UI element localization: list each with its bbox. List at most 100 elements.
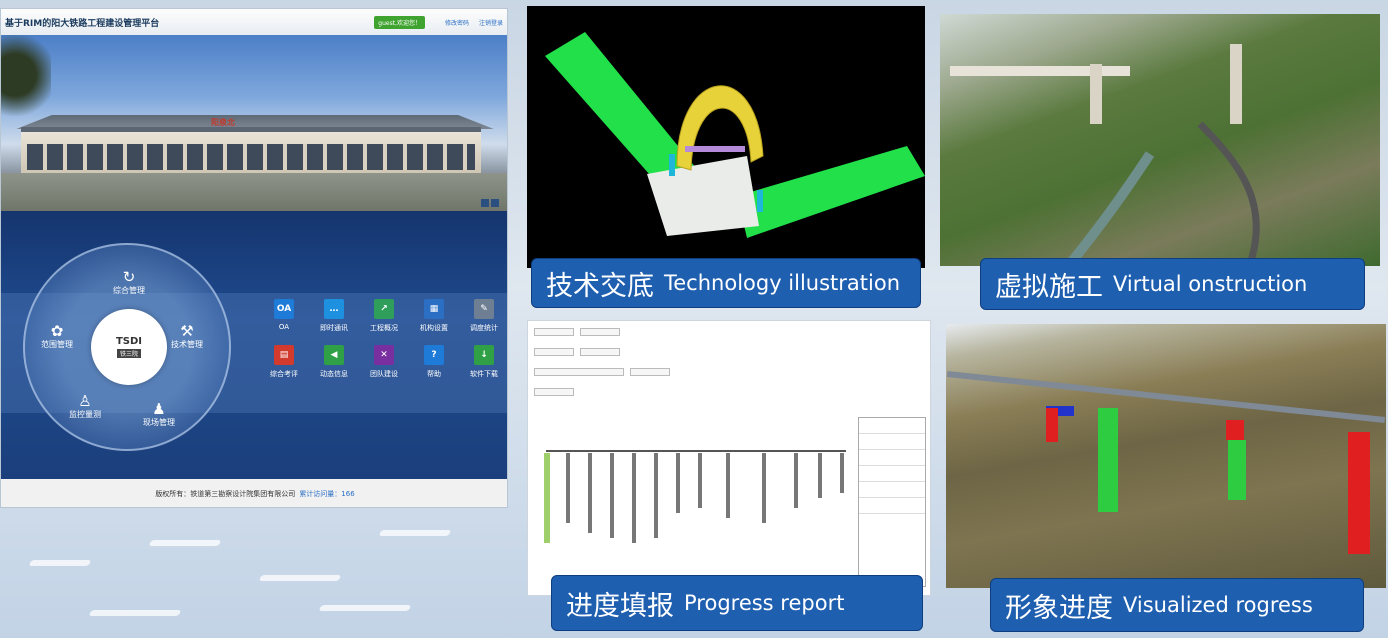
app-label: 团队建设	[370, 370, 398, 378]
platform-header: 基于RIM的阳大铁路工程建设管理平台 guest,欢迎您！ 修改密码 注销登录	[1, 9, 507, 35]
app-team-building[interactable]: ✕ 团队建设	[359, 345, 409, 379]
gears-icon: ✿	[50, 322, 64, 340]
pier-completed	[1098, 408, 1118, 512]
caption-en: Virtual onstruction	[1113, 272, 1308, 296]
app-software-download[interactable]: ↓ 软件下载	[459, 345, 507, 379]
wheel-item-label: 监控量测	[69, 410, 101, 419]
right-track-plane	[737, 146, 925, 238]
background-streak	[318, 605, 412, 611]
wheel-item-label: 范围管理	[41, 340, 73, 349]
pier-column	[794, 453, 798, 508]
caption-en: Technology illustration	[664, 271, 901, 295]
app-news[interactable]: ◀ 动态信息	[309, 345, 359, 379]
table-row	[859, 466, 925, 482]
pier-column	[654, 453, 658, 538]
dashboard: ↻ 综合管理 ✿ 范围管理 ⚒ 技术管理 ♙ 监控量测 ♟ 现场管理 TSDI …	[1, 211, 507, 479]
change-password-link[interactable]: 修改密码	[445, 18, 469, 27]
virtual-construction-panel	[940, 14, 1380, 266]
worker-icon: ♟	[152, 400, 166, 418]
wheel-item-scope[interactable]: ✿ 范围管理	[27, 323, 87, 350]
wheel-item-label: 现场管理	[143, 418, 175, 427]
document-icon: ▤	[274, 345, 294, 365]
download-icon: ↓	[474, 345, 494, 365]
org-chart-icon: ▦	[424, 299, 444, 319]
app-label: 即时通讯	[320, 324, 348, 332]
table-row	[859, 418, 925, 434]
pier-column	[566, 453, 570, 523]
refresh-icon: ↻	[122, 268, 136, 286]
app-label: 帮助	[427, 370, 441, 378]
app-instant-messaging[interactable]: … 即时通讯	[309, 299, 359, 333]
form-field[interactable]	[580, 348, 620, 356]
table-row	[859, 498, 925, 514]
app-help[interactable]: ? 帮助	[409, 345, 459, 379]
road	[1197, 121, 1260, 266]
caption-cn: 虚拟施工	[995, 271, 1103, 303]
tsdi-logo-hub: TSDI 铁三院	[91, 309, 167, 385]
app-label: 机构设置	[420, 324, 448, 332]
app-label: 工程概况	[370, 324, 398, 332]
chat-icon: …	[324, 299, 344, 319]
edit-icon: ✎	[474, 299, 494, 319]
banner-pager[interactable]	[481, 199, 499, 207]
pier-pending	[1046, 408, 1058, 442]
oa-icon: OA	[274, 299, 294, 319]
module-wheel: ↻ 综合管理 ✿ 范围管理 ⚒ 技术管理 ♙ 监控量测 ♟ 现场管理 TSDI …	[23, 243, 231, 451]
detail-side-table	[858, 417, 926, 587]
form-field[interactable]	[534, 348, 574, 356]
progress-report-panel	[527, 320, 931, 596]
tech-caption: 技术交底 Technology illustration	[531, 258, 921, 308]
virtual-caption: 虚拟施工 Virtual onstruction	[980, 258, 1365, 310]
app-organization[interactable]: ▦ 机构设置	[409, 299, 459, 333]
form-field[interactable]	[630, 368, 670, 376]
app-label: 调度统计	[470, 324, 498, 332]
form-field[interactable]	[534, 368, 624, 376]
bridge-deck	[950, 66, 1130, 76]
form-field[interactable]	[534, 388, 574, 396]
bridge-deck	[946, 371, 1386, 423]
app-label: 软件下载	[470, 370, 498, 378]
app-evaluation[interactable]: ▤ 综合考评	[259, 345, 309, 379]
tunnel-support	[757, 190, 763, 212]
wheel-item-comprehensive[interactable]: ↻ 综合管理	[99, 269, 159, 296]
pier-pending	[1348, 432, 1370, 554]
pier-column	[698, 453, 702, 508]
pier-column	[726, 453, 730, 518]
banner-prev-button[interactable]	[481, 199, 489, 207]
pier-completed	[1228, 440, 1246, 500]
pier-column	[610, 453, 614, 538]
station-plaza	[1, 173, 507, 211]
logout-link[interactable]: 注销登录	[479, 18, 503, 27]
visual-caption: 形象进度 Visualized rogress	[990, 578, 1364, 632]
progress-caption: 进度填报 Progress report	[551, 575, 923, 631]
app-grid: OA OA … 即时通讯 ↗ 工程概况 ▦ 机构设置 ✎ 调度统计 ▤ 综合考评	[259, 299, 507, 379]
chart-icon: ↗	[374, 299, 394, 319]
bridge-pier	[1230, 44, 1242, 124]
pier-column	[544, 453, 550, 543]
tunnel-support	[669, 154, 675, 176]
caption-cn: 形象进度	[1005, 592, 1113, 624]
bridge-pier	[1090, 64, 1102, 124]
table-row	[859, 450, 925, 466]
wheel-item-site[interactable]: ♟ 现场管理	[129, 401, 189, 428]
form-field[interactable]	[580, 328, 620, 336]
app-dispatch-statistics[interactable]: ✎ 调度统计	[459, 299, 507, 333]
table-row	[859, 482, 925, 498]
banner-next-button[interactable]	[491, 199, 499, 207]
pier-column	[676, 453, 680, 513]
app-project-overview[interactable]: ↗ 工程概况	[359, 299, 409, 333]
station-banner: 阳泉北	[1, 35, 507, 211]
background-streak	[378, 530, 452, 536]
visit-count: 累计访问量：166	[299, 490, 355, 498]
app-oa[interactable]: OA OA	[259, 299, 309, 333]
platform-title: 基于RIM的阳大铁路工程建设管理平台	[5, 18, 160, 29]
background-streak	[258, 575, 342, 581]
form-row	[534, 327, 620, 337]
wheel-item-monitoring[interactable]: ♙ 监控量测	[55, 393, 115, 420]
app-label: OA	[278, 323, 290, 331]
river	[1066, 151, 1155, 266]
background-streak	[88, 610, 182, 616]
form-field[interactable]	[534, 328, 574, 336]
track-rail	[685, 146, 745, 152]
caption-en: Visualized rogress	[1123, 593, 1313, 617]
